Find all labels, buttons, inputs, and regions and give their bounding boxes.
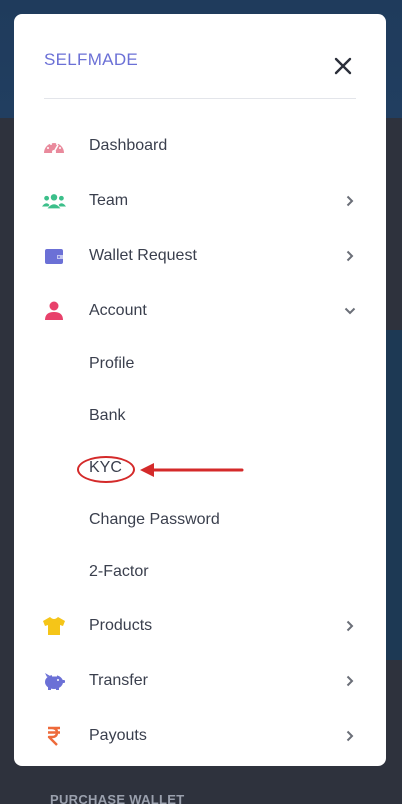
sidebar-drawer: SELFMADE Dashboard Team Wallet Request A… [14, 14, 386, 766]
users-icon [42, 189, 66, 213]
submenu-item-2-factor[interactable]: 2-Factor [89, 557, 149, 587]
sidebar-item-label: Products [89, 617, 153, 634]
rupee-icon [42, 724, 66, 748]
submenu-item-profile[interactable]: Profile [89, 349, 134, 379]
tshirt-icon [42, 614, 66, 638]
chevron-down-icon [344, 305, 356, 317]
sidebar-item-label: Wallet Request [89, 247, 197, 264]
sidebar-item-wallet-request[interactable]: Wallet Request [14, 236, 386, 276]
chevron-right-icon [344, 250, 356, 262]
gauge-icon [42, 134, 66, 158]
background-section-title: PURCHASE WALLET [50, 792, 185, 804]
close-icon [334, 57, 352, 75]
submenu-item-bank[interactable]: Bank [89, 401, 125, 431]
submenu-item-change-password[interactable]: Change Password [89, 505, 220, 535]
chevron-right-icon [344, 675, 356, 687]
sidebar-item-team[interactable]: Team [14, 181, 386, 221]
brand-title: SELFMADE [44, 50, 139, 69]
user-icon [42, 299, 66, 323]
annotation-arrow-icon [140, 463, 244, 477]
chevron-right-icon [344, 620, 356, 632]
brand-divider [44, 98, 356, 99]
wallet-icon [42, 244, 66, 268]
close-button[interactable] [331, 54, 355, 78]
sidebar-item-label: Dashboard [89, 137, 168, 154]
sidebar-item-products[interactable]: Products [14, 606, 386, 646]
sidebar-item-transfer[interactable]: Transfer [14, 661, 386, 701]
sidebar-item-account[interactable]: Account [14, 291, 386, 331]
chevron-right-icon [344, 195, 356, 207]
submenu-item-kyc[interactable]: KYC [89, 453, 122, 483]
piggy-bank-icon [42, 669, 66, 693]
sidebar-item-label: Team [89, 192, 129, 209]
sidebar-item-payouts[interactable]: Payouts [14, 716, 386, 756]
sidebar-item-label: Payouts [89, 727, 147, 744]
chevron-right-icon [344, 730, 356, 742]
sidebar-item-label: Account [89, 302, 147, 319]
sidebar-item-label: Transfer [89, 672, 148, 689]
sidebar-item-dashboard[interactable]: Dashboard [14, 126, 386, 166]
